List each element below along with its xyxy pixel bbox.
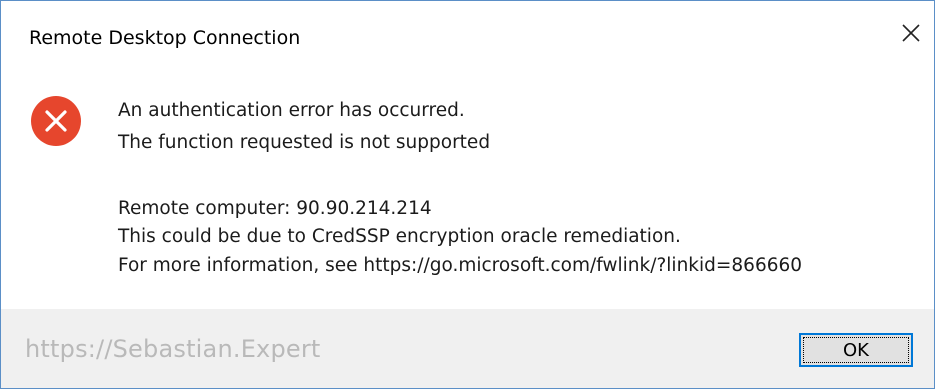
window-title: Remote Desktop Connection [29, 27, 301, 49]
close-button[interactable] [888, 13, 934, 53]
button-bar: https://Sebastian.Expert OK [1, 309, 934, 388]
error-icon [31, 96, 81, 146]
ok-button[interactable]: OK [799, 333, 913, 367]
title-bar[interactable]: Remote Desktop Connection [1, 1, 934, 81]
dialog-window: Remote Desktop Connection An authenticat… [0, 0, 935, 389]
more-info-line: For more information, see https://go.mic… [118, 255, 803, 276]
watermark-text: https://Sebastian.Expert [25, 335, 321, 363]
cause-line: This could be due to CredSSP encryption … [118, 226, 681, 247]
message-area: An authentication error has occurred. Th… [1, 81, 934, 309]
error-message-line: An authentication error has occurred. [118, 100, 465, 121]
error-message-line: The function requested is not supported [118, 132, 491, 153]
close-icon [902, 24, 920, 42]
remote-computer-line: Remote computer: 90.90.214.214 [118, 198, 432, 219]
